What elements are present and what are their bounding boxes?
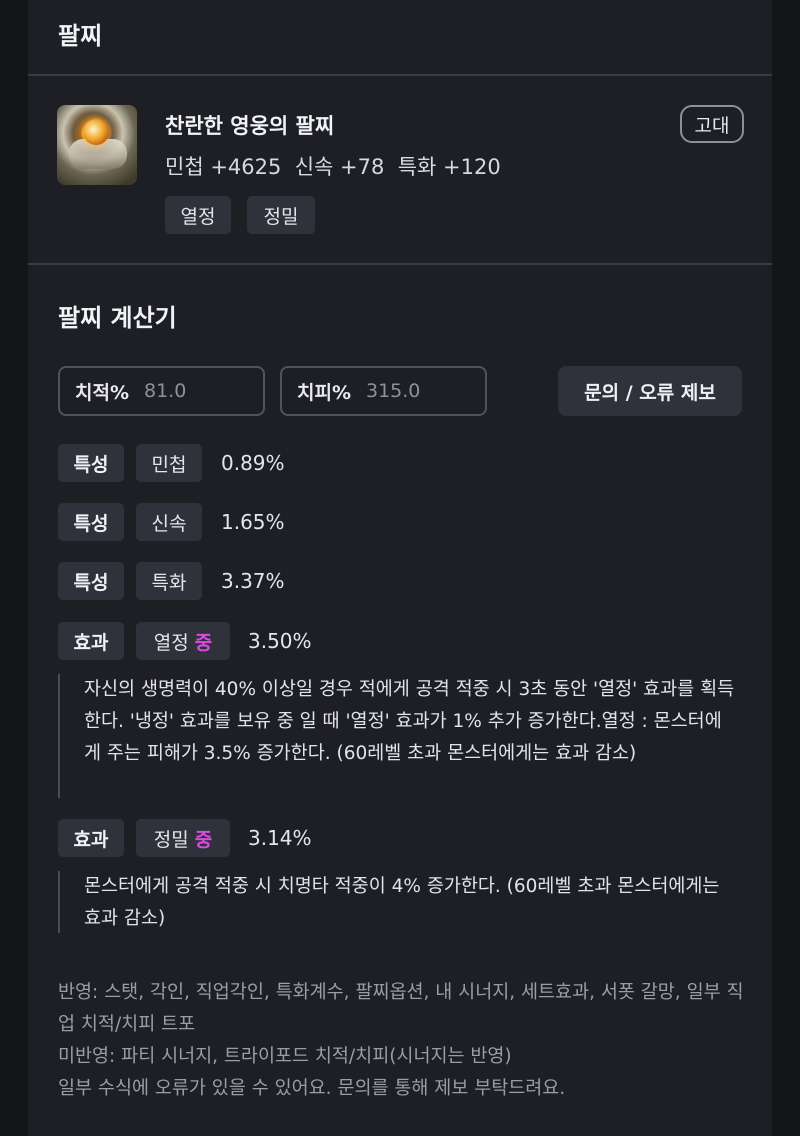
- trait-percent: 1.65%: [221, 510, 285, 534]
- effect-grade: 중: [194, 828, 213, 851]
- crit-rate-value[interactable]: 81.0: [144, 380, 186, 402]
- crit-damage-input[interactable]: 치피% 315.0: [280, 366, 487, 416]
- effect-description: 자신의 생명력이 40% 이상일 경우 적에게 공격 적중 시 3초 동안 '열…: [58, 674, 738, 798]
- crit-damage-value[interactable]: 315.0: [366, 380, 420, 402]
- footer-notes: 반영: 스탯, 각인, 직업각인, 특화계수, 팔찌옵션, 내 시너지, 세트효…: [58, 977, 748, 1105]
- effect-description: 몬스터에게 공격 적중 시 치명타 적중이 4% 증가한다. (60레벨 초과 …: [58, 871, 738, 933]
- page-title: 팔찌: [58, 22, 103, 50]
- effect-kind-chip: 효과: [58, 622, 124, 660]
- trait-row: 특성 민첩 0.89%: [58, 444, 748, 482]
- notice-note: 일부 수식에 오류가 있을 수 있어요. 문의를 통해 제보 부탁드려요.: [58, 1078, 566, 1099]
- effect-name-chip: 정밀 중: [136, 819, 230, 857]
- header-divider: [28, 74, 772, 76]
- trait-stat-chip: 특화: [136, 562, 202, 600]
- bracelet-panel: 팔찌 찬란한 영웅의 팔찌 민첩 +4625 신속 +78 특화 +120 고대…: [28, 0, 772, 1136]
- trait-kind-chip: 특성: [58, 444, 124, 482]
- bracelet-icon: [57, 105, 137, 185]
- report-button[interactable]: 문의 / 오류 제보: [558, 366, 742, 416]
- effect-name: 열정: [153, 631, 189, 654]
- effect-row: 효과 열정 중 3.50%: [58, 622, 748, 660]
- item-tag-precision: 정밀: [247, 196, 315, 234]
- effect-name: 정밀: [153, 828, 189, 851]
- effect-kind-chip: 효과: [58, 819, 124, 857]
- calculator-title: 팔찌 계산기: [58, 304, 177, 332]
- trait-kind-chip: 특성: [58, 562, 124, 600]
- item-divider: [28, 263, 772, 265]
- trait-stat-chip: 민첩: [136, 444, 202, 482]
- effect-percent: 3.50%: [248, 629, 312, 653]
- crit-damage-label: 치피%: [297, 381, 351, 404]
- item-stats: 민첩 +4625 신속 +78 특화 +120: [165, 155, 501, 179]
- effect-name-chip: 열정 중: [136, 622, 230, 660]
- trait-row: 특성 특화 3.37%: [58, 562, 748, 600]
- not-reflected-note: 미반영: 파티 시너지, 트라이포드 치적/치피(시너지는 반영): [58, 1046, 512, 1067]
- effect-row: 효과 정밀 중 3.14%: [58, 819, 748, 857]
- trait-stat-chip: 신속: [136, 503, 202, 541]
- reflected-note: 반영: 스탯, 각인, 직업각인, 특화계수, 팔찌옵션, 내 시너지, 세트효…: [58, 982, 744, 1035]
- item-name: 찬란한 영웅의 팔찌: [165, 114, 335, 138]
- item-tag-passion: 열정: [165, 196, 231, 234]
- crit-rate-input[interactable]: 치적% 81.0: [58, 366, 265, 416]
- grade-badge: 고대: [680, 105, 744, 143]
- crit-rate-label: 치적%: [75, 381, 129, 404]
- trait-percent: 0.89%: [221, 451, 285, 475]
- trait-kind-chip: 특성: [58, 503, 124, 541]
- trait-row: 특성 신속 1.65%: [58, 503, 748, 541]
- effect-grade: 중: [194, 631, 213, 654]
- effect-percent: 3.14%: [248, 826, 312, 850]
- trait-percent: 3.37%: [221, 569, 285, 593]
